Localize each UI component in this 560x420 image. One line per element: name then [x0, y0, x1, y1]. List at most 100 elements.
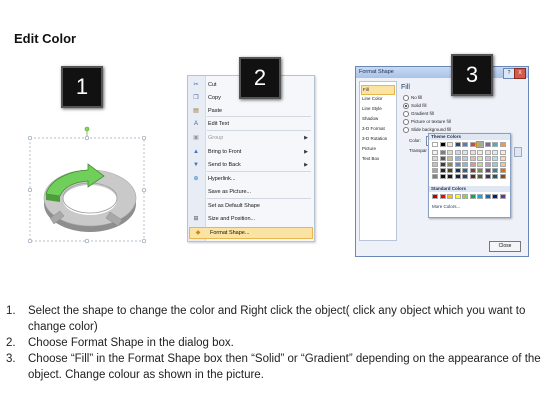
standard-color-swatch[interactable]: [492, 194, 498, 199]
theme-color-swatch[interactable]: [492, 156, 498, 161]
theme-color-swatch[interactable]: [447, 174, 453, 179]
theme-color-swatch[interactable]: [439, 168, 446, 173]
theme-color-swatch[interactable]: [469, 156, 476, 161]
more-colors-link[interactable]: More Colors...: [432, 204, 460, 209]
nav-item-shadow[interactable]: Shadow: [362, 115, 378, 123]
picture-texture-fill-radio[interactable]: Picture or texture fill: [403, 118, 451, 125]
theme-color-swatch[interactable]: [469, 168, 476, 173]
standard-color-swatch[interactable]: [439, 194, 446, 199]
theme-color-swatch[interactable]: [477, 174, 483, 179]
standard-color-swatch[interactable]: [447, 194, 453, 199]
theme-color-swatch[interactable]: [439, 162, 446, 167]
nav-item-text-box[interactable]: Text Box: [362, 155, 379, 163]
theme-color-swatch[interactable]: [477, 150, 483, 155]
theme-color-swatch[interactable]: [499, 150, 506, 155]
theme-color-swatch[interactable]: [499, 142, 506, 147]
gradient-fill-radio[interactable]: Gradient fill: [403, 110, 434, 117]
theme-color-swatch[interactable]: [492, 174, 498, 179]
circular-arrows-shape[interactable]: [22, 120, 158, 248]
menu-item-edit-text[interactable]: A Edit Text: [188, 119, 314, 129]
theme-color-swatch[interactable]: [432, 168, 438, 173]
theme-color-swatch[interactable]: [499, 168, 506, 173]
standard-color-swatch[interactable]: [469, 194, 476, 199]
slide-background-fill-radio[interactable]: Slide background fill: [403, 126, 451, 133]
nav-item-3d-rotation[interactable]: 3-D Rotation: [362, 135, 387, 143]
theme-color-swatch[interactable]: [432, 174, 438, 179]
theme-color-swatch[interactable]: [492, 142, 498, 147]
solid-fill-radio[interactable]: Solid fill: [403, 102, 427, 109]
theme-color-swatch[interactable]: [469, 142, 476, 147]
theme-color-swatch[interactable]: [432, 156, 438, 161]
menu-item-format-shape[interactable]: ◆ Format Shape...: [189, 227, 313, 239]
menu-item-hyperlink[interactable]: ⊕ Hyperlink...: [188, 174, 314, 184]
theme-color-swatch[interactable]: [462, 174, 468, 179]
theme-color-swatch[interactable]: [454, 142, 461, 147]
theme-color-swatch[interactable]: [432, 162, 438, 167]
theme-color-swatch[interactable]: [447, 142, 453, 147]
nav-item-fill[interactable]: Fill: [361, 85, 395, 95]
theme-color-swatch[interactable]: [439, 156, 446, 161]
theme-color-swatch[interactable]: [484, 142, 491, 147]
theme-color-swatch[interactable]: [484, 156, 491, 161]
nav-item-line-color[interactable]: Line Color: [362, 95, 383, 103]
theme-color-swatch[interactable]: [447, 150, 453, 155]
theme-color-swatch[interactable]: [477, 156, 483, 161]
standard-color-swatch[interactable]: [454, 194, 461, 199]
menu-item-send-to-back[interactable]: ▼ Send to Back ▶: [188, 160, 314, 170]
theme-color-swatch[interactable]: [439, 142, 446, 147]
theme-color-swatch[interactable]: [477, 168, 483, 173]
theme-color-swatch[interactable]: [439, 174, 446, 179]
theme-color-swatch[interactable]: [499, 162, 506, 167]
close-button[interactable]: Close: [489, 241, 521, 252]
theme-color-swatch[interactable]: [484, 162, 491, 167]
theme-color-swatch[interactable]: [484, 150, 491, 155]
theme-color-swatch[interactable]: [476, 141, 484, 148]
theme-color-swatch[interactable]: [447, 156, 453, 161]
standard-color-swatch[interactable]: [462, 194, 468, 199]
theme-color-swatch[interactable]: [462, 156, 468, 161]
theme-color-swatch[interactable]: [499, 174, 506, 179]
menu-item-bring-to-front[interactable]: ▲ Bring to Front ▶: [188, 147, 314, 157]
theme-color-swatch[interactable]: [492, 168, 498, 173]
theme-color-swatch[interactable]: [477, 162, 483, 167]
menu-item-save-as-picture[interactable]: Save as Picture...: [188, 187, 314, 197]
nav-item-picture[interactable]: Picture: [362, 145, 376, 153]
standard-color-swatch[interactable]: [432, 194, 438, 199]
theme-color-swatch[interactable]: [499, 156, 506, 161]
theme-color-swatch[interactable]: [432, 142, 438, 147]
theme-color-swatch[interactable]: [439, 150, 446, 155]
standard-color-swatch[interactable]: [499, 194, 506, 199]
menu-item-size-and-position[interactable]: ⊞ Size and Position...: [188, 214, 314, 224]
theme-color-swatch[interactable]: [484, 168, 491, 173]
theme-color-swatch[interactable]: [432, 150, 438, 155]
rotation-handle[interactable]: [84, 126, 90, 132]
nav-item-3d-format[interactable]: 3-D Format: [362, 125, 385, 133]
theme-color-swatch[interactable]: [469, 174, 476, 179]
transparency-spinner[interactable]: [514, 147, 522, 157]
theme-color-swatch[interactable]: [484, 174, 491, 179]
theme-color-swatch[interactable]: [447, 168, 453, 173]
theme-color-swatch[interactable]: [462, 150, 468, 155]
theme-color-swatch[interactable]: [469, 150, 476, 155]
menu-item-group[interactable]: ▣ Group ▶: [188, 133, 314, 143]
theme-color-swatch[interactable]: [462, 168, 468, 173]
theme-color-swatch[interactable]: [454, 174, 461, 179]
menu-item-set-as-default-shape[interactable]: Set as Default Shape: [188, 201, 314, 211]
theme-color-swatch[interactable]: [492, 162, 498, 167]
theme-color-swatch[interactable]: [454, 156, 461, 161]
standard-color-swatch[interactable]: [484, 194, 491, 199]
theme-color-swatch[interactable]: [462, 162, 468, 167]
no-fill-radio[interactable]: No fill: [403, 94, 422, 101]
theme-color-swatch[interactable]: [454, 168, 461, 173]
nav-item-line-style[interactable]: Line Style: [362, 105, 382, 113]
theme-color-swatch[interactable]: [454, 162, 461, 167]
close-window-button[interactable]: X: [514, 68, 526, 79]
shape-selection-panel[interactable]: [22, 120, 158, 248]
standard-color-swatch[interactable]: [477, 194, 483, 199]
theme-color-swatch[interactable]: [469, 162, 476, 167]
menu-item-paste[interactable]: ▤ Paste: [188, 106, 314, 116]
theme-color-swatch[interactable]: [462, 142, 468, 147]
theme-color-swatch[interactable]: [447, 162, 453, 167]
theme-color-swatch[interactable]: [454, 150, 461, 155]
theme-color-swatch[interactable]: [492, 150, 498, 155]
